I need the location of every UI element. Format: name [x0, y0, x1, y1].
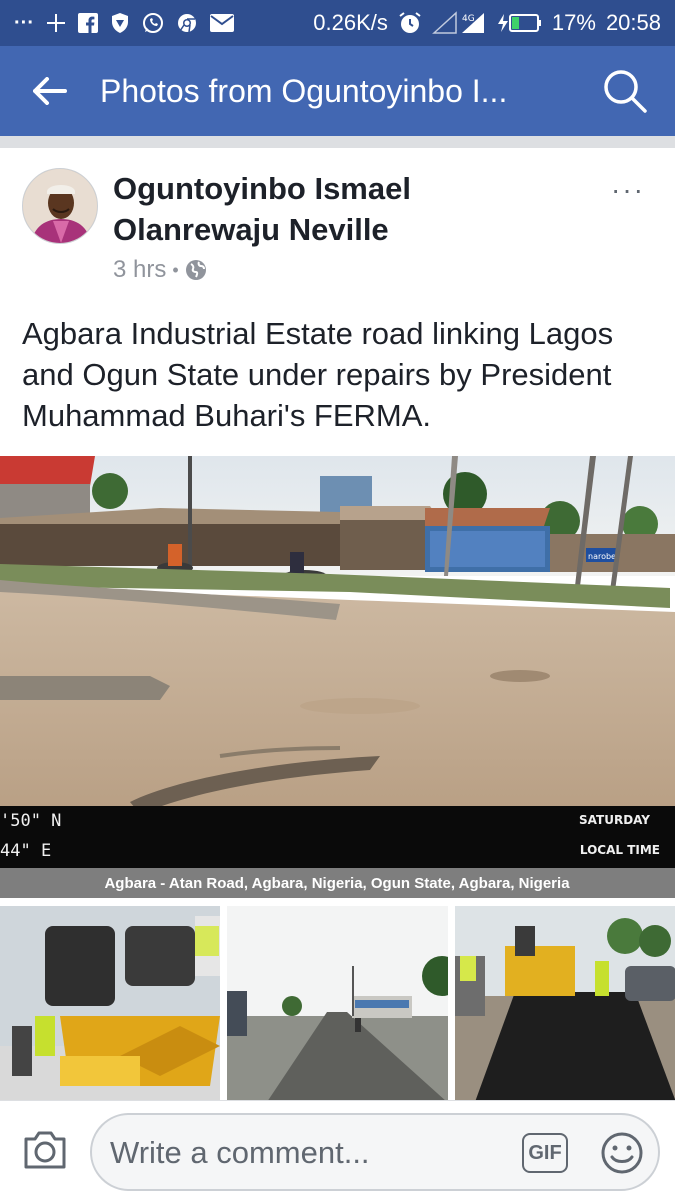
gif-button[interactable]: GIF	[522, 1133, 568, 1173]
page-title: Photos from Oguntoyinbo I...	[100, 72, 508, 109]
overlay-coord-top: '50" N	[0, 811, 61, 831]
globe-icon	[185, 260, 206, 280]
meta-separator: •	[172, 259, 179, 280]
alarm-icon	[398, 11, 422, 35]
search-button[interactable]	[575, 46, 675, 136]
gif-icon: GIF	[528, 1141, 562, 1164]
overlay-coord-bottom: 44" E	[0, 841, 51, 861]
emoji-icon	[601, 1132, 643, 1174]
emoji-button[interactable]	[600, 1131, 644, 1180]
comment-input[interactable]	[110, 1131, 490, 1175]
camera-button[interactable]	[22, 1129, 68, 1176]
battery-icon	[497, 12, 542, 34]
status-bar: ··· 0.26K/s 4G 17% 20:58	[0, 0, 675, 46]
back-arrow-icon	[33, 77, 67, 105]
thumbnail-photo-1[interactable]	[0, 906, 221, 1102]
clock-time: 20:58	[605, 10, 661, 35]
mail-icon	[209, 14, 234, 32]
search-icon	[604, 70, 647, 113]
thumbnail-photo-2[interactable]	[227, 906, 448, 1102]
camera-icon	[24, 1131, 66, 1169]
shield-icon	[110, 12, 130, 34]
comment-box: GIF	[90, 1113, 660, 1191]
post-caption: Agbara Industrial Estate road linking La…	[22, 316, 614, 433]
network-speed: 0.26K/s	[313, 10, 388, 35]
photo-thumbnails	[0, 906, 675, 1102]
post-author[interactable]: Oguntoyinbo Ismael Olanrewaju Neville	[113, 168, 553, 250]
overlay-day: SATURDAY	[579, 813, 650, 827]
svg-text:4G: 4G	[462, 14, 475, 24]
back-button[interactable]	[0, 46, 100, 136]
thumbnail-photo-3[interactable]	[454, 906, 675, 1102]
battery-percent: 17%	[551, 10, 596, 35]
overlay-local-time: LOCAL TIME	[580, 843, 660, 857]
more-options-button[interactable]: ···	[611, 174, 645, 206]
post-card: Oguntoyinbo Ismael Olanrewaju Neville ··…	[0, 148, 675, 1108]
avatar[interactable]	[22, 168, 98, 244]
main-photo[interactable]: narobet '50" N 44" E SATURDAY LOCAL TIME…	[0, 456, 675, 898]
divider	[0, 136, 675, 148]
road-photo: narobet '50" N 44" E SATURDAY LOCAL TIME…	[0, 456, 675, 898]
post-timestamp[interactable]: 3 hrs	[113, 256, 166, 284]
facebook-icon	[77, 13, 98, 33]
chrome-icon	[176, 12, 198, 34]
plus-icon	[46, 13, 66, 33]
post-meta: 3 hrs •	[113, 256, 207, 284]
signal-icon: 4G	[431, 11, 488, 35]
notification-overflow: ···	[14, 11, 34, 34]
app-bar: Photos from Oguntoyinbo I...	[0, 46, 675, 136]
comment-bar: GIF	[0, 1100, 675, 1200]
whatsapp-icon	[142, 12, 164, 34]
overlay-location: Agbara - Atan Road, Agbara, Nigeria, Ogu…	[104, 875, 570, 892]
